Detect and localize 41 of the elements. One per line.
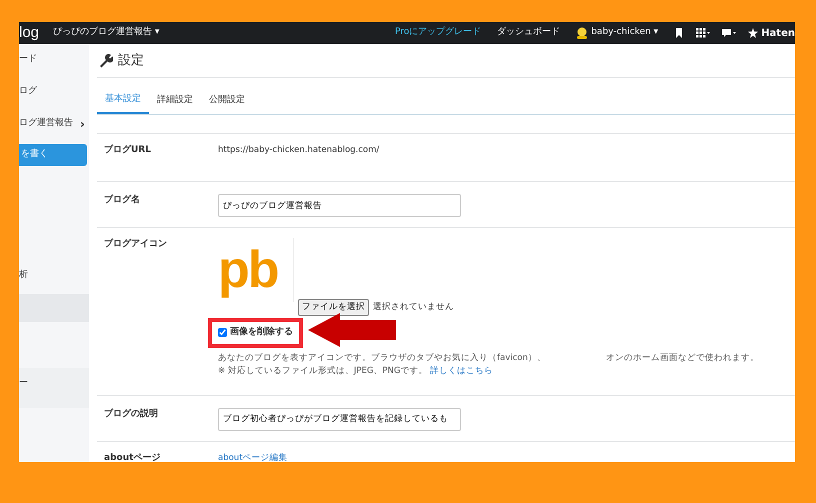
grid-menu-icon[interactable] xyxy=(696,28,710,38)
chevron-icon[interactable]: › xyxy=(80,115,85,133)
avatar-icon[interactable] xyxy=(576,27,588,39)
sidebar-item[interactable]: 析 xyxy=(19,260,89,292)
sidebar-item[interactable]: ー xyxy=(19,374,89,394)
setting-label: aboutページ xyxy=(104,452,162,462)
wrench-icon xyxy=(99,54,113,68)
user-menu[interactable]: baby-chicken ▾ xyxy=(591,26,658,40)
setting-label: ブログの説明 xyxy=(104,408,159,421)
setting-label: ブログアイコン xyxy=(104,238,168,251)
text-field[interactable]: ぴっぴのブログ運営報告 xyxy=(218,194,461,217)
blog-menu[interactable]: ぴっぴのブログ運営報告 ▾ xyxy=(53,26,160,40)
blog-icon-image: pb xyxy=(218,238,294,302)
upgrade-link[interactable]: Proにアップグレード xyxy=(394,26,482,40)
dashboard-link[interactable]: ダッシュボード xyxy=(497,26,560,40)
delete-image-checkbox[interactable] xyxy=(218,328,227,338)
sidebar-highlight xyxy=(19,294,89,322)
file-select-button[interactable]: ファイルを選択 xyxy=(298,299,369,316)
setting-value: https://baby-chicken.hatenablog.com/ xyxy=(218,144,380,154)
setting-label: ブログURL xyxy=(104,144,152,156)
help-text: ※ 対応しているファイル形式は、JPEG、PNGです。 xyxy=(218,366,428,376)
comment-menu-icon[interactable] xyxy=(722,28,736,38)
setting-label: ブログ名 xyxy=(104,194,141,207)
help-text: オンのホーム画面などで使われます。 xyxy=(606,352,759,364)
tab[interactable]: 基本設定 xyxy=(97,90,149,114)
text-field[interactable]: ブログ初心者ぴっぴがブログ運営報告を記録しているも xyxy=(218,408,461,431)
file-status: 選択されていません xyxy=(373,301,454,314)
about-edit-link[interactable]: aboutページ編集 xyxy=(218,452,288,462)
bookmark-icon[interactable] xyxy=(674,28,684,38)
page-title: 設定 xyxy=(118,52,144,70)
sidebar-item[interactable]: ログ xyxy=(19,76,89,108)
checkbox-label: 画像を削除する xyxy=(230,326,293,339)
star-icon[interactable] xyxy=(748,28,758,38)
sidebar-item[interactable]: ード xyxy=(19,44,89,76)
logo[interactable]: log xyxy=(19,22,40,44)
sidebar-item-label: ログ運営報告 xyxy=(19,117,73,130)
tab[interactable]: 詳細設定 xyxy=(149,90,201,114)
brand-logo[interactable]: Haten xyxy=(761,26,795,40)
details-link[interactable]: 詳しくはこちら xyxy=(430,366,494,376)
tab[interactable]: 公開設定 xyxy=(201,90,253,114)
help-text: あなたのブログを表すアイコンです。ブラウザのタブやお気に入り（favicon）、 xyxy=(218,352,546,364)
